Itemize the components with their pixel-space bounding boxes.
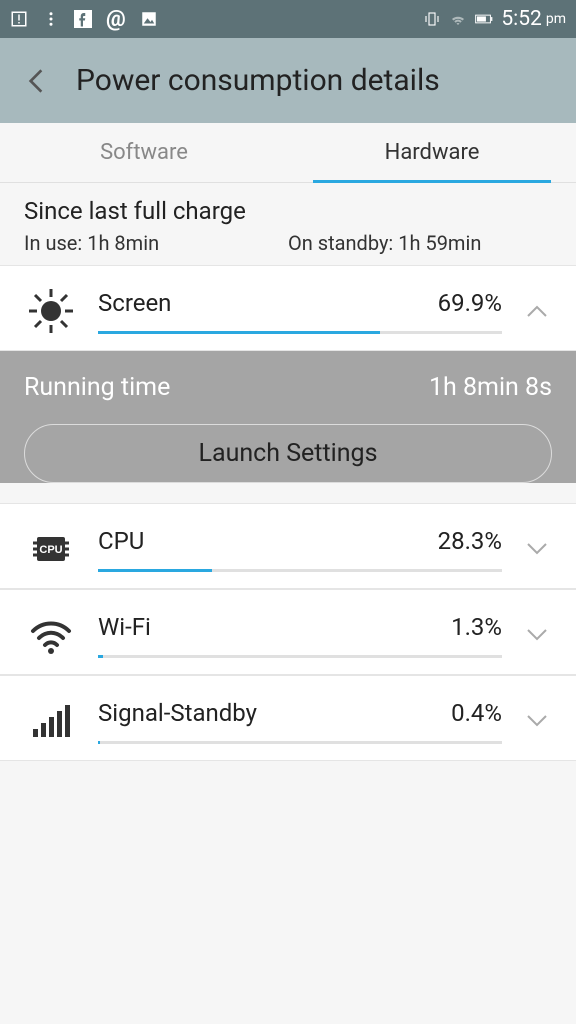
at-icon: @: [106, 7, 126, 32]
vibrate-icon: [423, 10, 441, 28]
wifi-item-icon: [24, 608, 78, 662]
running-time-row: Running time 1h 8min 8s: [0, 351, 576, 424]
item-pct: 0.4%: [451, 699, 502, 727]
chevron-down-icon: [522, 542, 552, 556]
item-label: CPU: [98, 527, 144, 555]
chevron-down-icon: [522, 628, 552, 642]
section-since: Since last full charge In use: 1h 8min O…: [0, 183, 576, 259]
item-pct: 69.9%: [438, 289, 502, 317]
status-right: 5:52 pm: [423, 7, 566, 31]
item-wifi[interactable]: Wi-Fi 1.3%: [0, 589, 576, 675]
tab-software[interactable]: Software: [0, 123, 288, 182]
battery-icon: [475, 10, 493, 28]
item-pct: 1.3%: [451, 613, 502, 641]
status-left: @: [10, 7, 158, 32]
status-time: 5:52: [501, 7, 542, 31]
progress-bar: [98, 741, 502, 744]
signal-icon: [24, 694, 78, 748]
chevron-up-icon: [522, 304, 552, 318]
item-label: Wi-Fi: [98, 613, 151, 641]
status-ampm: pm: [546, 11, 566, 27]
running-label: Running time: [24, 373, 170, 402]
progress-bar: [98, 331, 502, 334]
item-screen[interactable]: Screen 69.9%: [0, 265, 576, 351]
page-title: Power consumption details: [76, 63, 440, 98]
sun-icon: [24, 284, 78, 338]
item-label: Screen: [98, 289, 171, 317]
chevron-down-icon: [522, 714, 552, 728]
since-sub: In use: 1h 8min On standby: 1h 59min: [24, 231, 552, 255]
progress-bar: [98, 569, 502, 572]
svg-text:CPU: CPU: [39, 544, 62, 556]
item-signal-standby[interactable]: Signal-Standby 0.4%: [0, 675, 576, 761]
more-icon: [42, 10, 60, 28]
notification-icon: [10, 10, 28, 28]
back-icon[interactable]: [20, 65, 52, 97]
item-pct: 28.3%: [438, 527, 502, 555]
tabs: Software Hardware: [0, 123, 576, 183]
tab-hardware[interactable]: Hardware: [288, 123, 576, 182]
status-bar: @ 5:52 pm: [0, 0, 576, 38]
item-cpu[interactable]: CPU CPU 28.3%: [0, 503, 576, 589]
image-icon: [140, 10, 158, 28]
since-title: Since last full charge: [24, 197, 552, 225]
running-value: 1h 8min 8s: [429, 373, 552, 402]
expanded-panel: Running time 1h 8min 8s Launch Settings: [0, 351, 576, 483]
facebook-icon: [74, 10, 92, 28]
standby-text: On standby: 1h 59min: [288, 231, 552, 255]
progress-bar: [98, 655, 502, 658]
cpu-icon: CPU: [24, 522, 78, 576]
in-use-text: In use: 1h 8min: [24, 231, 288, 255]
wifi-icon: [449, 10, 467, 28]
launch-settings-button[interactable]: Launch Settings: [24, 424, 552, 483]
app-header: Power consumption details: [0, 38, 576, 123]
item-label: Signal-Standby: [98, 699, 257, 727]
